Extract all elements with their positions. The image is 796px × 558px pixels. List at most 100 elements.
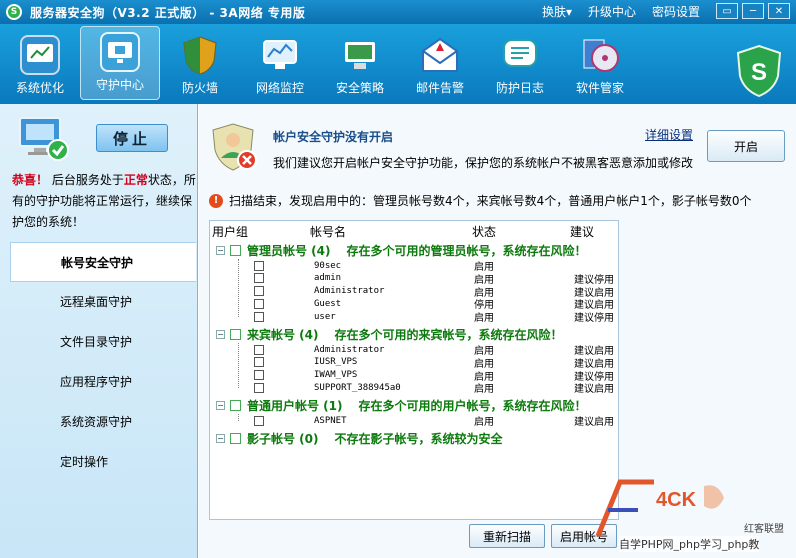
sidebar-item-remote-desktop-guard[interactable]: 远程桌面守护 [10, 282, 196, 322]
password-settings-menu[interactable]: 密码设置 [652, 3, 700, 20]
row-checkbox[interactable] [254, 273, 264, 284]
account-name: Administrator [314, 286, 385, 297]
group-checkbox[interactable] [230, 244, 241, 256]
minimize-button[interactable]: ─ [742, 3, 764, 19]
table-row[interactable]: Administrator 启用 建议启用 [254, 343, 614, 357]
sidebar-item-resource-guard[interactable]: 系统资源守护 [10, 402, 196, 442]
row-checkbox[interactable] [254, 298, 264, 309]
table-row[interactable]: SUPPORT_388945a0 启用 建议启用 [254, 381, 614, 396]
sidebar-item-account-guard[interactable]: 帐号安全守护 [10, 242, 196, 282]
table-row[interactable]: Administrator 启用 建议启用 [254, 285, 614, 299]
account-name: IWAM_VPS [314, 370, 358, 381]
tool-label: 防护日志 [495, 81, 544, 95]
group-title: 管理员帐号 (4) [247, 243, 331, 258]
account-name: SUPPORT_388945a0 [314, 382, 401, 393]
watermark-logo-sub: 红客联盟 [744, 522, 784, 535]
guard-center-icon [100, 32, 140, 72]
detail-settings-link[interactable]: 详细设置 [645, 126, 693, 143]
tool-guard-center[interactable]: 守护中心 [80, 26, 160, 100]
tool-label: 安全策略 [335, 81, 384, 95]
user-shield-alert-icon [212, 123, 257, 171]
group-row: − 来宾帐号 (4) 存在多个可用的来宾帐号，系统存在风险！ [216, 325, 563, 343]
brand-shield-icon: S [736, 44, 782, 98]
watermark-logo: 4CK 红客联盟 [595, 479, 784, 537]
monitor-check-icon [19, 117, 69, 161]
sidebar-nav: 帐号安全守护 远程桌面守护 文件目录守护 应用程序守护 系统资源守护 定时操作 [10, 242, 196, 482]
service-status-text: 恭喜！ 后台服务处于正常状态，所有的守护功能将正常运行，继续保护您的系统！ [12, 170, 196, 233]
group-message: 不存在影子帐号，系统较为安全 [334, 431, 503, 446]
top-menu: 换肤▾ 升级中心 密码设置 [542, 3, 700, 20]
tool-label: 系统优化 [15, 81, 64, 95]
status-text-a: 后台服务处于 [48, 173, 124, 187]
system-optimize-icon [20, 35, 60, 75]
account-status: 启用 [474, 417, 494, 429]
group-checkbox[interactable] [230, 328, 241, 340]
col-status: 状态 [472, 225, 497, 239]
row-checkbox[interactable] [254, 357, 264, 368]
table-row[interactable]: IUSR_VPS 启用 建议启用 [254, 356, 614, 370]
tool-label: 守护中心 [95, 78, 144, 92]
sidebar-item-scheduled-ops[interactable]: 定时操作 [10, 442, 196, 482]
collapse-toggle-icon[interactable]: − [216, 433, 225, 443]
row-checkbox[interactable] [254, 370, 264, 381]
account-name: Guest [314, 298, 342, 309]
tool-network-monitor[interactable]: 网络监控 [240, 24, 320, 102]
title-bar: S 服务器安全狗（V3.2 正式版） - 3A网络 专用版 换肤▾ 升级中心 密… [0, 0, 796, 24]
row-checkbox[interactable] [254, 344, 264, 355]
collapse-toggle-icon[interactable]: − [216, 400, 225, 410]
account-suggest: 建议启用 [574, 417, 614, 429]
tool-mail-alert[interactable]: 邮件告警 [400, 24, 480, 102]
account-suggest: 建议启用 [574, 384, 614, 396]
rescan-button[interactable]: 重新扫描 [469, 524, 545, 548]
table-row[interactable]: 90sec 启用 [254, 259, 614, 273]
scan-summary: ! 扫描结束，发现启用中的：管理员帐号数4个，来宾帐号数4个，普通用户帐户1个，… [209, 192, 752, 209]
sidebar-item-app-guard[interactable]: 应用程序守护 [10, 362, 196, 402]
tool-label: 软件管家 [575, 81, 624, 95]
account-name: user [314, 311, 336, 322]
row-checkbox[interactable] [254, 415, 264, 426]
enable-button[interactable]: 开启 [707, 130, 785, 162]
col-suggest: 建议 [570, 225, 595, 239]
tree-line [238, 259, 239, 317]
tool-security-policy[interactable]: 安全策略 [320, 24, 400, 102]
account-table: 用户组 帐号名 状态 建议 − 管理员帐号 (4) 存在多个可用的管理员帐号，系统存… [209, 220, 619, 520]
tool-firewall[interactable]: 防火墙 [160, 24, 240, 102]
window-buttons: ▭ ─ ✕ [716, 3, 790, 19]
table-row[interactable]: IWAM_VPS 启用 建议停用 [254, 369, 614, 383]
app-logo-icon: S [6, 4, 22, 20]
tool-software-manager[interactable]: 软件管家 [560, 24, 640, 102]
sidebar-item-file-dir-guard[interactable]: 文件目录守护 [10, 322, 196, 362]
upgrade-center-menu[interactable]: 升级中心 [588, 3, 636, 20]
tool-protect-log[interactable]: 防护日志 [480, 24, 560, 102]
collapse-toggle-icon[interactable]: − [216, 329, 225, 339]
network-monitor-icon [260, 35, 300, 75]
group-checkbox[interactable] [230, 432, 241, 444]
protect-log-icon [500, 35, 540, 75]
row-checkbox[interactable] [254, 260, 264, 271]
table-row[interactable]: admin 启用 建议停用 [254, 272, 614, 286]
row-checkbox[interactable] [254, 286, 264, 297]
main-toolbar: 系统优化 守护中心 防火墙 网络监控 安全策略 邮件告警 防护日志 软件管家 S [0, 24, 796, 104]
row-checkbox[interactable] [254, 382, 264, 393]
scan-summary-text: 扫描结束，发现启用中的：管理员帐号数4个，来宾帐号数4个，普通用户帐户1个，影子… [229, 194, 752, 208]
mail-alert-icon [420, 35, 460, 75]
table-row[interactable]: Guest 停用 建议启用 [254, 297, 614, 311]
tool-system-optimize[interactable]: 系统优化 [0, 24, 80, 102]
collapse-toggle-icon[interactable]: − [216, 245, 225, 255]
stop-button[interactable]: 停止 [96, 124, 168, 152]
watermark-text: 自学PHP网_php学习_php教 [619, 536, 760, 552]
warning-icon: ! [209, 193, 223, 208]
group-message: 存在多个可用的用户帐号，系统存在风险！ [358, 398, 587, 413]
table-row[interactable]: user 启用 建议停用 [254, 310, 614, 324]
close-button[interactable]: ✕ [768, 3, 790, 19]
account-name: ASPNET [314, 415, 347, 426]
group-title: 普通用户帐号 (1) [247, 398, 343, 413]
row-checkbox[interactable] [254, 311, 264, 322]
tool-label: 网络监控 [255, 81, 304, 95]
tree-line [238, 343, 239, 389]
group-row: − 普通用户帐号 (1) 存在多个可用的用户帐号，系统存在风险！ [216, 396, 587, 414]
group-checkbox[interactable] [230, 399, 241, 411]
restore-button[interactable]: ▭ [716, 3, 738, 19]
table-row[interactable]: ASPNET 启用 建议启用 [254, 414, 614, 429]
skin-menu[interactable]: 换肤▾ [542, 3, 572, 20]
